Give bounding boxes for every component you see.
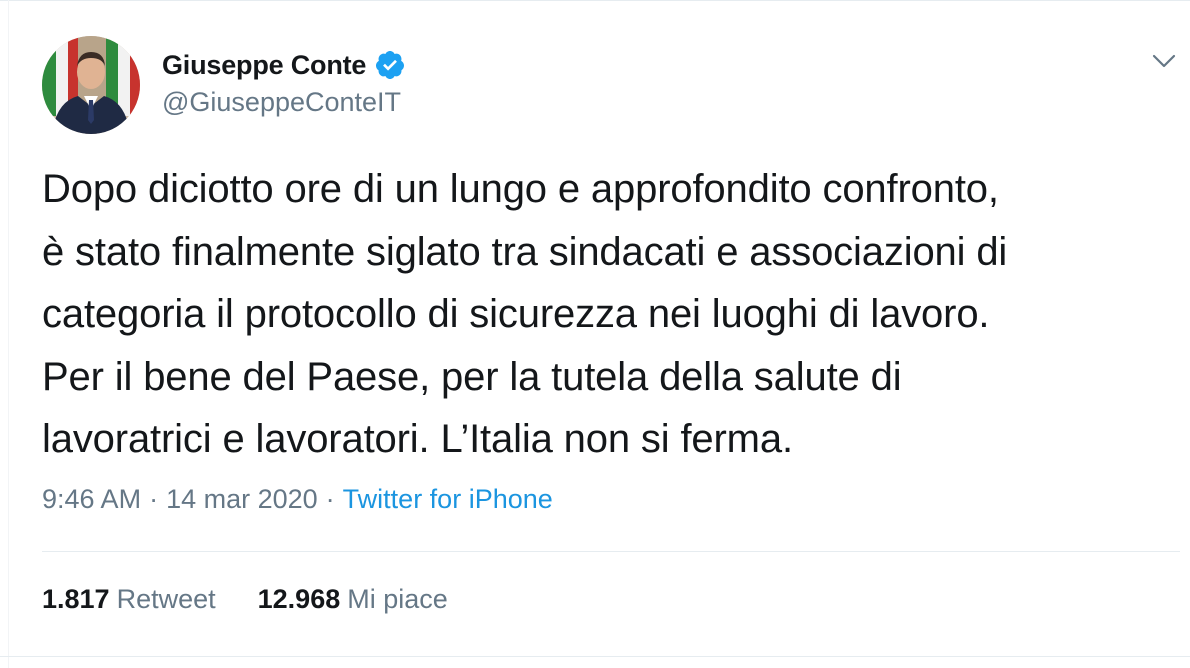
tweet-text-line: lavoratrici e lavoratori. L’Italia non s…	[42, 417, 793, 461]
tweet-text-line: Dopo diciotto ore di un lungo e approfon…	[42, 167, 999, 211]
tweet-text-line: categoria il protocollo di sicurezza nei…	[42, 292, 990, 336]
avatar-image	[42, 36, 140, 134]
display-name-row: Giuseppe Conte	[162, 45, 406, 85]
author-block: Giuseppe Conte @GiuseppeConteIT	[162, 45, 406, 118]
meta-separator: ·	[325, 484, 335, 514]
tweet-source-link[interactable]: Twitter for iPhone	[343, 484, 553, 514]
chevron-down-icon[interactable]	[1150, 50, 1178, 72]
display-name[interactable]: Giuseppe Conte	[162, 50, 366, 81]
avatar[interactable]	[42, 36, 140, 134]
verified-badge-icon	[374, 49, 406, 81]
divider	[42, 551, 1180, 552]
top-border	[0, 0, 1190, 1]
divider	[0, 656, 1190, 657]
likes-stat[interactable]: 12.968 Mi piace	[258, 584, 448, 615]
user-handle[interactable]: @GiuseppeConteIT	[162, 87, 406, 118]
meta-separator: ·	[149, 484, 159, 514]
likes-label: Mi piace	[347, 584, 448, 614]
left-border	[8, 0, 9, 668]
tweet-meta: 9:46 AM · 14 mar 2020 · Twitter for iPhone	[42, 484, 553, 515]
likes-count: 12.968	[257, 584, 341, 614]
tweet-text-line: Per il bene del Paese, per la tutela del…	[42, 354, 902, 399]
tweet-date[interactable]: 14 mar 2020	[166, 484, 318, 514]
tweet-text: Dopo diciotto ore di un lungo e approfon…	[42, 158, 1172, 471]
tweet-stats: 1.817 Retweet 12.968 Mi piace	[42, 584, 448, 615]
tweet-text-line: è stato finalmente siglato tra sindacati…	[42, 229, 1008, 274]
retweets-label: Retweet	[116, 584, 216, 614]
retweets-count: 1.817	[42, 584, 110, 614]
tweet-time[interactable]: 9:46 AM	[42, 484, 141, 514]
retweets-stat[interactable]: 1.817 Retweet	[42, 584, 216, 615]
